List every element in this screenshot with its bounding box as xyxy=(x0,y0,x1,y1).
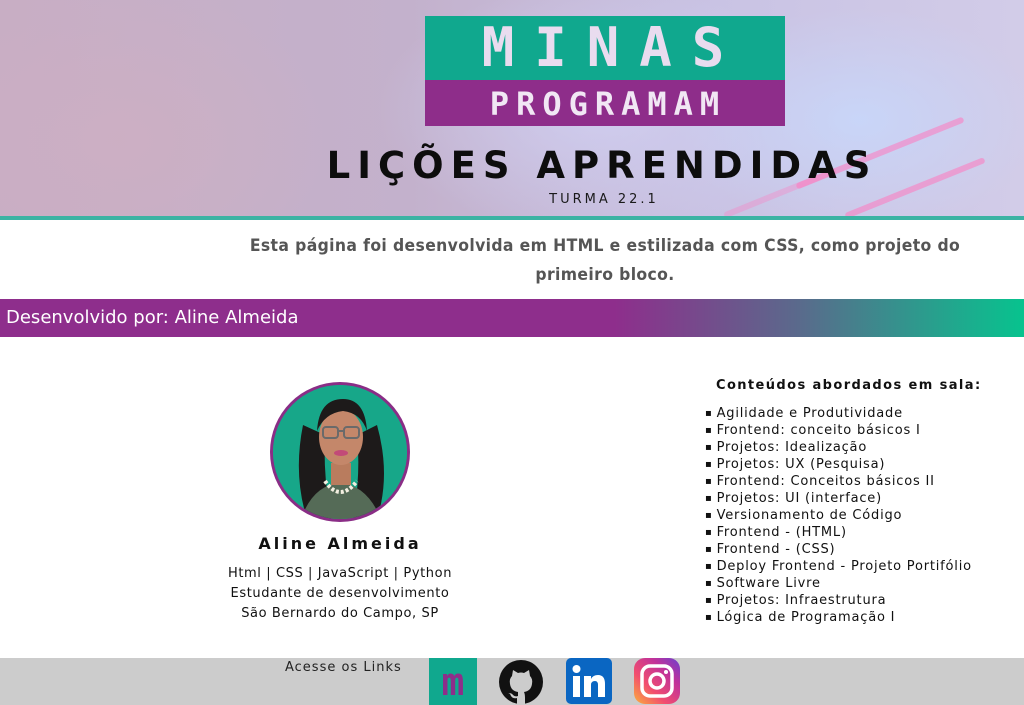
hero-divider xyxy=(0,216,1024,220)
profile-location: São Bernardo do Campo, SP xyxy=(241,606,439,621)
list-item: Projetos: Idealização xyxy=(705,439,972,456)
avatar xyxy=(270,382,410,522)
instagram-icon xyxy=(634,658,680,704)
avatar-portrait-icon xyxy=(273,385,407,519)
logo-bottom-text: PROGRAMAM xyxy=(489,85,727,123)
list-item: Projetos: UX (Pesquisa) xyxy=(705,456,972,473)
list-item: Versionamento de Código xyxy=(705,507,972,524)
intro-text: Esta página foi desenvolvida em HTML e e… xyxy=(249,236,961,285)
list-item: Frontend - (CSS) xyxy=(705,541,972,558)
github-link[interactable] xyxy=(497,658,545,705)
profile-role: Estudante de desenvolvimento xyxy=(230,586,450,601)
linkedin-icon xyxy=(566,658,612,704)
contents-list: Agilidade e Produtividade Frontend: conc… xyxy=(705,405,972,626)
list-item: Frontend - (HTML) xyxy=(705,524,972,541)
profile-name: Aline Almeida xyxy=(258,534,422,553)
list-item: Frontend: conceito básicos I xyxy=(705,422,972,439)
list-item: Deploy Frontend - Projeto Portifólio xyxy=(705,558,972,575)
footer: Acesse os Links m xyxy=(0,658,1024,705)
linkedin-link[interactable] xyxy=(565,658,613,705)
page-title: LIÇÕES APRENDIDAS xyxy=(326,144,878,187)
avatar-photo xyxy=(273,385,407,519)
list-item: Frontend: Conceitos básicos II xyxy=(705,473,972,490)
list-item: Software Livre xyxy=(705,575,972,592)
hero-banner: MINAS PROGRAMAM LIÇÕES APRENDIDAS TURMA … xyxy=(0,0,1024,217)
instagram-link[interactable] xyxy=(633,658,681,705)
list-item: Agilidade e Produtividade xyxy=(705,405,972,422)
contents-title: Conteúdos abordados em sala: xyxy=(716,378,982,393)
minas-programam-logo: MINAS PROGRAMAM xyxy=(425,16,785,126)
page-subtitle: TURMA 22.1 xyxy=(549,192,659,207)
developer-bar: Desenvolvido por: Aline Almeida xyxy=(0,299,1024,337)
developer-credit: Desenvolvido por: Aline Almeida xyxy=(6,307,299,328)
logo-top-block: MINAS xyxy=(425,16,785,80)
minas-programam-link[interactable]: m xyxy=(429,658,477,705)
minas-programam-icon: m xyxy=(441,660,465,704)
list-item: Projetos: Infraestrutura xyxy=(705,592,972,609)
logo-bottom-block: PROGRAMAM xyxy=(425,80,785,126)
github-icon xyxy=(499,660,543,704)
logo-top-text: MINAS xyxy=(481,16,745,79)
footer-label: Acesse os Links xyxy=(285,660,402,675)
list-item: Lógica de Programação I xyxy=(705,609,972,626)
list-item: Projetos: UI (interface) xyxy=(705,490,972,507)
profile-skills: Html | CSS | JavaScript | Python xyxy=(227,566,453,581)
